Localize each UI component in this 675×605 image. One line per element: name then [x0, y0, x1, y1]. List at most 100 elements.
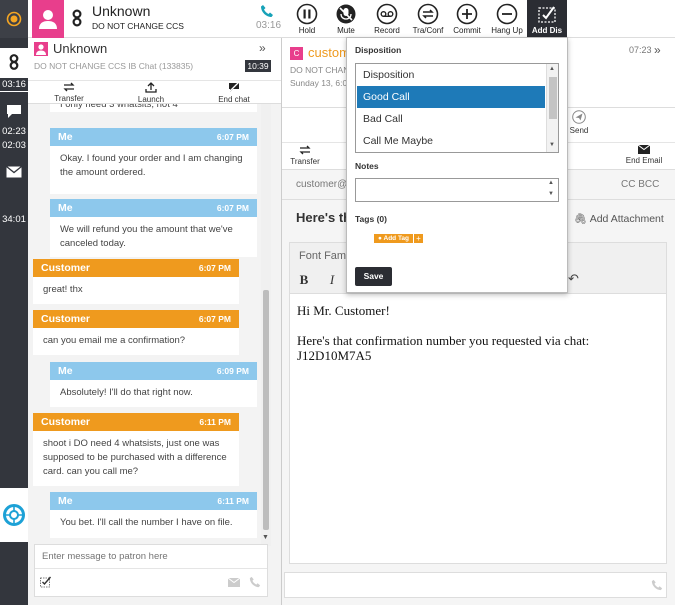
chat-scrollbar[interactable]: ▼: [261, 104, 271, 546]
chat-off-icon: [228, 81, 240, 93]
chat-message-input[interactable]: [35, 545, 267, 569]
save-button[interactable]: Save: [355, 267, 392, 286]
chat-timer: 10:39: [245, 60, 271, 72]
email-to-field[interactable]: customer@: [296, 179, 347, 190]
user-icon: [39, 10, 57, 29]
bold-button[interactable]: B: [294, 270, 314, 289]
chat-scrollbar-thumb[interactable]: [263, 290, 269, 530]
font-family-select[interactable]: Font Fam: [299, 250, 346, 262]
minus-circle-icon: [496, 3, 518, 25]
transfer-conference-label: Tra/Conf: [412, 26, 444, 35]
email-session-time: 34:01: [2, 214, 26, 225]
user-icon: [36, 44, 46, 55]
add-tag-button[interactable]: ● Add Tag: [374, 234, 414, 243]
caller-queue: DO NOT CHANGE CCS: [92, 21, 184, 31]
disposition-label: Disposition: [355, 45, 402, 55]
chat-text: Okay. I found your order and I am changi…: [60, 153, 243, 178]
end-email-button[interactable]: End Email: [622, 144, 666, 165]
envelope-icon[interactable]: [228, 578, 240, 587]
chat-time: 6:07 PM: [216, 132, 249, 142]
chat-session-tab[interactable]: 02:23 02:03: [0, 98, 28, 154]
chat-partial-message: I only need 3 whatsits, not 4: [50, 104, 257, 112]
email-title: custom: [308, 45, 350, 60]
transfer-conference-button[interactable]: Tra/Conf: [408, 0, 448, 38]
email-subject-field[interactable]: Here's th: [296, 210, 351, 225]
add-disposition-button[interactable]: Add Dis: [527, 0, 567, 38]
add-tag-label: Add Tag: [383, 235, 410, 242]
chat-text: Absolutely! I'll do that right now.: [60, 387, 193, 398]
disposition-option-selected[interactable]: Good Call: [357, 86, 545, 108]
send-button[interactable]: Send: [566, 110, 592, 135]
aperture-logo-icon: [3, 504, 25, 526]
end-chat-label: End chat: [218, 95, 250, 104]
add-disposition-label: Add Dis: [531, 26, 563, 35]
end-chat-button[interactable]: End chat: [214, 81, 254, 104]
record-button[interactable]: Record: [370, 0, 404, 38]
phone-icon[interactable]: [249, 576, 261, 588]
left-rail: 03:16 02:23 02:03 34:01: [0, 0, 28, 605]
checklist-icon[interactable]: [40, 576, 52, 588]
disposition-listbox[interactable]: Disposition Good Call Bad Call Call Me M…: [355, 63, 559, 153]
chat-subtitle: DO NOT CHANGE CCS IB Chat (133835): [34, 61, 194, 71]
chat-messages[interactable]: I only need 3 whatsits, not 4 Me 6:07 PM …: [28, 104, 271, 546]
chat-session-time-1: 02:23: [2, 126, 26, 137]
chat-sender: Me: [58, 202, 73, 214]
chat-toolbar: Transfer Launch End chat: [28, 80, 281, 104]
chat-avatar: [34, 42, 48, 56]
listbox-scrollbar[interactable]: ▲ ▼: [546, 64, 558, 152]
add-tag-plus-icon[interactable]: +: [414, 234, 423, 243]
scroll-down-icon[interactable]: ▼: [262, 534, 269, 541]
hang-up-button[interactable]: Hang Up: [488, 0, 526, 38]
email-body[interactable]: Hi Mr. Customer! Here's that confirmatio…: [297, 303, 589, 363]
paperclip-icon: 🖇: [574, 213, 588, 225]
add-attachment-button[interactable]: 🖇 Add Attachment: [574, 212, 664, 225]
email-session-tab[interactable]: 34:01: [0, 160, 28, 228]
hang-up-label: Hang Up: [491, 26, 523, 35]
mute-button[interactable]: Mute: [331, 0, 361, 38]
undo-icon[interactable]: ↶: [568, 271, 579, 287]
notes-label: Notes: [355, 161, 379, 171]
mute-label: Mute: [337, 26, 355, 35]
chat-text: great! thx: [43, 284, 83, 295]
disposition-option[interactable]: Bad Call: [357, 108, 545, 130]
end-email-label: End Email: [625, 156, 663, 165]
spinner-up-icon[interactable]: ▲: [548, 180, 554, 186]
phone-icon[interactable]: [651, 579, 663, 591]
disposition-option[interactable]: Disposition: [357, 64, 545, 86]
disposition-option[interactable]: Call Me Maybe: [357, 130, 545, 152]
chat-sender: Customer: [41, 262, 91, 274]
chat-message-customer: Customer 6:11 PM shoot i DO need 4 whatsi…: [33, 413, 239, 486]
italic-button[interactable]: I: [322, 270, 342, 289]
chat-message-me: Me 6:11 PM You bet. I'll call the number …: [50, 492, 257, 538]
collapse-chevron-icon[interactable]: »: [259, 41, 266, 55]
chat-time: 6:07 PM: [198, 263, 231, 273]
chat-text: You bet. I'll call the number I have on …: [60, 517, 233, 528]
chat-transfer-button[interactable]: Transfer: [52, 82, 86, 103]
phone-session-tab[interactable]: 03:16: [0, 48, 28, 92]
chat-title: Unknown: [53, 41, 108, 56]
envelope-icon: [637, 144, 651, 154]
status-cell[interactable]: [0, 0, 28, 38]
envelope-icon: [6, 165, 22, 178]
chat-launch-button[interactable]: Launch: [134, 82, 168, 104]
chat-time: 6:07 PM: [198, 314, 231, 324]
swap-arrows-icon: [299, 145, 311, 155]
email-transfer-button[interactable]: Transfer: [288, 145, 322, 166]
scroll-down-icon[interactable]: ▼: [549, 142, 555, 148]
send-icon: [572, 110, 586, 124]
cc-bcc-toggle[interactable]: CC BCC: [621, 179, 659, 190]
send-label: Send: [569, 126, 589, 135]
spinner-down-icon[interactable]: ▼: [548, 191, 554, 197]
email-date: Sunday 13, 6:0: [290, 78, 348, 88]
chat-message-me: Me 6:07 PM We will refund you the amount …: [50, 199, 257, 257]
hold-button[interactable]: Hold: [292, 0, 322, 38]
collapse-chevron-icon[interactable]: »: [654, 43, 661, 57]
scroll-up-icon[interactable]: ▲: [549, 66, 555, 72]
commit-button[interactable]: Commit: [450, 0, 484, 38]
listbox-scrollbar-thumb[interactable]: [549, 77, 557, 119]
notes-textarea[interactable]: ▲ ▼: [355, 178, 559, 202]
mic-off-icon: [336, 4, 356, 24]
chat-header: Unknown » DO NOT CHANGE CCS IB Chat (133…: [28, 38, 281, 80]
infinity-icon: [72, 9, 82, 27]
checklist-icon: [538, 6, 556, 23]
